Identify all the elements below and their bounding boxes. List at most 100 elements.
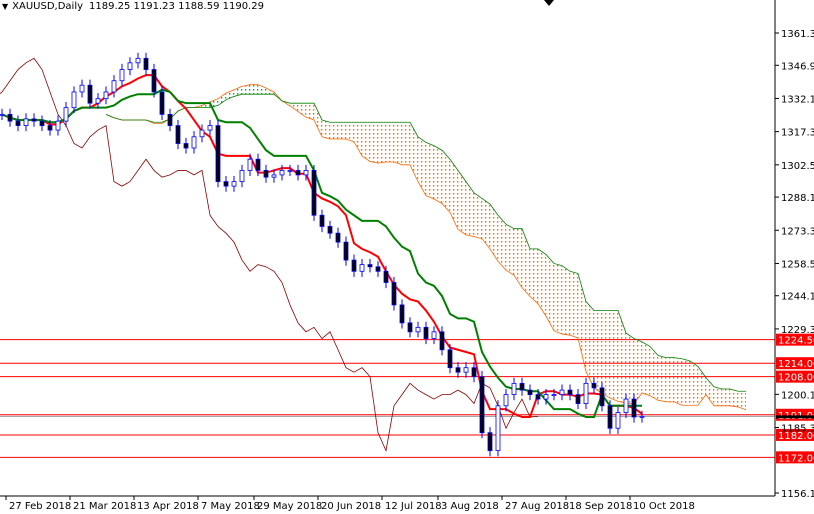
candle-body (615, 412, 621, 429)
candle-body (263, 170, 269, 178)
symbol-label: XAUUSD,Daily (12, 1, 84, 12)
candle-body (271, 174, 277, 178)
candle-body (311, 170, 317, 216)
candle-body (167, 113, 173, 126)
y-tick-label: 1302.50 (781, 161, 814, 172)
ichimoku-cloud-segment (362, 122, 370, 162)
y-tick-label: 1258.50 (781, 259, 814, 270)
ichimoku-cloud-segment (554, 263, 562, 335)
candle-body (143, 57, 149, 70)
candle-body (351, 259, 357, 272)
x-tick-label: 10 Oct 2018 (633, 501, 695, 512)
candle-body (519, 382, 525, 391)
candle-body (471, 367, 477, 378)
shift-marker-icon (544, 0, 554, 6)
ichimoku-cloud-segment (642, 341, 650, 396)
candle-body (175, 125, 181, 144)
ichimoku-cloud-segment (250, 84, 258, 95)
ichimoku-cloud-segment (618, 310, 626, 403)
ichimoku-cloud-segment (562, 265, 570, 336)
candle-body (223, 181, 229, 187)
x-tick-label: 21 Mar 2018 (73, 501, 136, 512)
candle-body (55, 120, 61, 131)
chart-title: ▼ XAUUSD,Daily 1189.25 1191.23 1188.59 119… (2, 1, 264, 12)
candle-body (527, 389, 533, 395)
ichimoku-cloud-segment (346, 122, 354, 142)
candle-body (79, 84, 85, 93)
candle-body (367, 264, 373, 268)
candle-body (95, 98, 101, 104)
x-tick-label: 27 Feb 2018 (9, 501, 71, 512)
candle-body (39, 120, 45, 126)
candle-body (439, 331, 445, 351)
ichimoku-cloud-segment (386, 122, 394, 163)
ichimoku-cloud-segment (626, 332, 634, 405)
dropdown-triangle-icon[interactable]: ▼ (2, 2, 8, 11)
ichimoku-cloud-segment (602, 310, 610, 398)
candle-body (607, 405, 613, 429)
price-chart[interactable]: 1224.501214.001208.001191.001182.001172.… (0, 0, 814, 514)
candle-body (543, 394, 549, 400)
candle-body (103, 91, 109, 100)
x-tick-label: 12 Jul 2018 (385, 501, 442, 512)
level-price-label: 1172.00 (778, 453, 814, 464)
candle-body (7, 113, 13, 122)
ichimoku-cloud-segment (498, 215, 506, 271)
ichimoku-cloud-segment (322, 119, 330, 140)
ichimoku-cloud-segment (658, 355, 666, 402)
ichimoku-cloud-segment (314, 103, 322, 137)
ichimoku-cloud-segment (474, 192, 482, 239)
candle-body (567, 389, 573, 395)
ichimoku-cloud-segment (354, 122, 362, 156)
ichimoku-cloud-segment (530, 248, 538, 304)
candle-body (255, 158, 261, 171)
candle-body (447, 349, 453, 369)
x-tick-label: 7 May 2018 (201, 501, 260, 512)
candle-body (119, 69, 125, 82)
candle-body (287, 170, 293, 172)
candle-body (23, 118, 29, 126)
candle-body (415, 326, 421, 333)
candle-body (71, 91, 77, 109)
x-tick-label: 20 Jun 2018 (321, 501, 381, 512)
candle-body (399, 304, 405, 324)
candle-body (15, 120, 21, 126)
current-price-marker (776, 415, 814, 419)
candle-body (575, 394, 581, 404)
y-tick-label: 1317.30 (781, 128, 814, 139)
x-tick-label: 13 Apr 2018 (137, 501, 199, 512)
x-tick-label: 29 May 2018 (257, 501, 322, 512)
ichimoku-cloud-segment (490, 204, 498, 262)
candle-body (423, 326, 429, 339)
candle-body (199, 129, 205, 138)
candle-body (375, 266, 381, 272)
candle-body (631, 398, 637, 418)
candle-body (151, 69, 157, 93)
ichimoku-cloud-segment (666, 357, 674, 402)
candle-body (303, 170, 309, 176)
candle-body (239, 170, 245, 183)
candle-body (535, 394, 541, 400)
y-tick-label: 1244.10 (781, 292, 814, 303)
candle-body (127, 62, 133, 70)
ichimoku-cloud-segment (506, 224, 514, 276)
y-tick-label: 1156.10 (781, 489, 814, 500)
ichimoku-cloud-segment (418, 136, 426, 196)
candle-body (495, 405, 501, 452)
ichimoku-cloud-segment (370, 122, 378, 164)
y-tick-label: 1200.10 (781, 390, 814, 401)
x-tick-label: 27 Aug 2018 (505, 501, 569, 512)
candle-body (591, 382, 597, 389)
ichimoku-cloud-segment (482, 198, 490, 249)
ohlc-readout: 1189.25 1191.23 1188.59 1190.29 (89, 1, 264, 12)
ichimoku-cloud-segment (450, 159, 458, 230)
ichimoku-cloud-segment (378, 122, 386, 164)
candle-body (295, 170, 301, 176)
candle-body (599, 387, 605, 407)
candle-body (463, 367, 469, 373)
candle-body (479, 376, 485, 434)
candle-body (335, 232, 341, 243)
candle-body (639, 415, 645, 418)
level-price-label: 1224.50 (778, 336, 814, 347)
candle-body (431, 331, 437, 339)
